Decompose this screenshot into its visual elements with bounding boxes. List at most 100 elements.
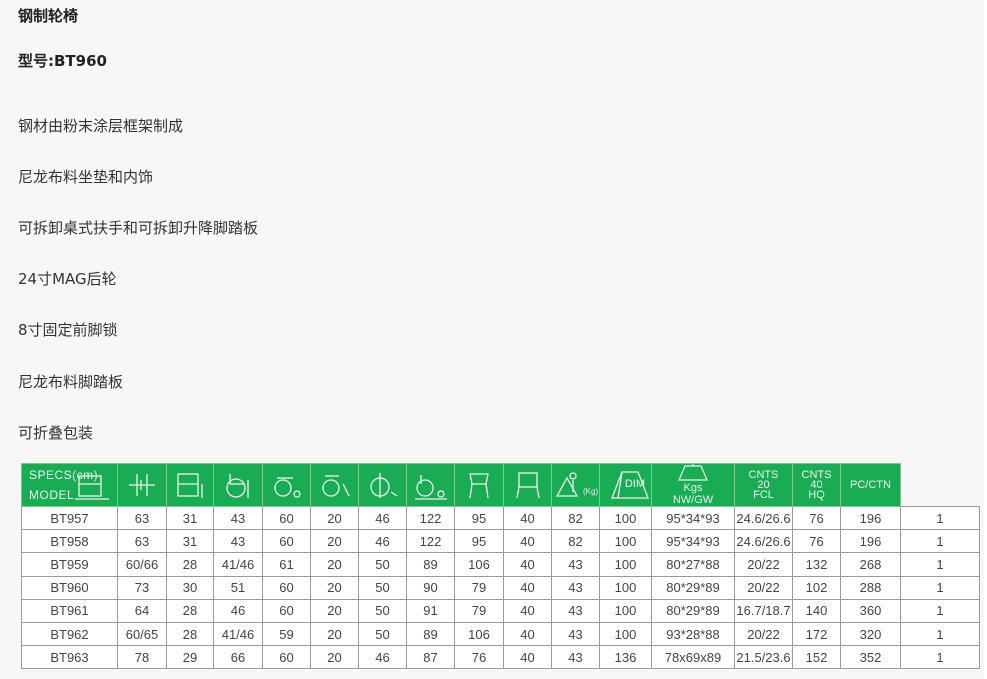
cnts40-header: CNTS 40 HQ	[792, 463, 841, 507]
table-cell: 89	[406, 621, 455, 647]
table-cell: 28	[166, 552, 214, 577]
table-cell: 140	[792, 598, 841, 623]
model-cell: BT962	[21, 621, 118, 647]
seat-width-icon	[127, 470, 157, 500]
feature-line: 可折叠包装	[18, 424, 94, 442]
table-row: BT961 64 28 46 60 20 50 91 79 40 43 100 80*29*89 16.7…	[21, 598, 980, 623]
table-cell: 40	[503, 645, 552, 670]
table-cell: 43	[551, 645, 600, 670]
table-cell: 29	[166, 645, 214, 670]
model-cell: BT963	[21, 645, 118, 670]
product-model: 型号:BT960	[18, 52, 107, 70]
table-cell: 79	[454, 598, 504, 623]
armrest-height-header	[503, 463, 552, 507]
table-cell: 60	[262, 529, 311, 554]
table-cell: 1	[900, 505, 980, 531]
table-cell: 46	[358, 529, 407, 554]
pcctn-header: PC/CTN	[840, 463, 901, 507]
table-cell: 21.5/23.6	[734, 645, 793, 670]
table-cell: 64	[117, 598, 167, 623]
table-row: BT959 60/66 28 41/46 61 20 50 89 106 40 43 100 80*27…	[21, 552, 980, 577]
model-label: MODEL	[29, 488, 75, 502]
specs-model-header: SPECS(cm) MODEL	[21, 463, 118, 507]
cnts40-line: HQ	[808, 489, 825, 501]
table-cell: 50	[358, 621, 407, 647]
table-cell: 50	[358, 575, 407, 600]
feature-line: 24寸MAG后轮	[18, 270, 117, 288]
table-cell: 46	[358, 645, 407, 670]
table-cell: 60	[262, 575, 311, 600]
table-cell: 50	[358, 552, 407, 577]
model-cell: BT958	[21, 529, 118, 554]
table-cell: 90	[406, 575, 455, 600]
seat-height-header	[166, 463, 214, 507]
cnts20-line: FCL	[753, 489, 774, 501]
caster-wheel-icon	[271, 470, 303, 500]
nwgw-label: NW/GW	[672, 494, 714, 506]
footrest-icon	[319, 470, 351, 500]
wheel-diameter-icon	[367, 470, 399, 500]
table-cell: 41/46	[213, 621, 263, 647]
table-cell: 20	[310, 505, 359, 531]
table-cell: 60	[262, 645, 311, 670]
table-cell: 66	[213, 645, 263, 670]
weight-header: Kgs NW/GW	[651, 463, 735, 507]
table-cell: 20/22	[734, 552, 793, 577]
table-cell: 95*34*93	[651, 529, 735, 554]
table-cell: 100	[599, 575, 652, 600]
table-cell: 78x69x89	[651, 645, 735, 670]
table-cell: 172	[792, 621, 841, 647]
model-cell: BT957	[21, 505, 118, 531]
table-cell: 20	[310, 598, 359, 623]
table-header-row: SPECS(cm) MODEL (Kg) DIM Kgs NW/GW CNTS …	[21, 463, 980, 507]
max-load-icon: (Kg)	[553, 470, 599, 500]
table-cell: 40	[503, 575, 552, 600]
table-cell: 79	[454, 575, 504, 600]
table-cell: 1	[900, 621, 980, 647]
table-cell: 63	[117, 529, 167, 554]
table-cell: 132	[792, 552, 841, 577]
product-page: 钢制轮椅 型号:BT960 钢材由粉末涂层框架制成 尼龙布料坐垫和内饰 可拆卸桌…	[0, 0, 984, 679]
table-cell: 20/22	[734, 575, 793, 600]
spec-table: SPECS(cm) MODEL (Kg) DIM Kgs NW/GW CNTS …	[21, 463, 980, 670]
table-cell: 93*28*88	[651, 621, 735, 647]
table-cell: 91	[406, 598, 455, 623]
table-cell: 43	[551, 575, 600, 600]
table-cell: 46	[213, 598, 263, 623]
table-cell: 20	[310, 529, 359, 554]
table-cell: 95*34*93	[651, 505, 735, 531]
table-cell: 100	[599, 552, 652, 577]
seat-depth-header	[454, 463, 504, 507]
table-cell: 95	[454, 529, 504, 554]
dim-label: DIM	[624, 478, 645, 490]
table-cell: 106	[454, 552, 504, 577]
table-cell: 40	[503, 598, 552, 623]
table-cell: 20	[310, 575, 359, 600]
table-cell: 82	[551, 505, 600, 531]
table-cell: 288	[840, 575, 901, 600]
feature-line: 尼龙布料脚踏板	[18, 373, 124, 391]
table-cell: 73	[117, 575, 167, 600]
length-header	[406, 463, 455, 507]
table-cell: 1	[900, 529, 980, 554]
table-cell: 87	[406, 645, 455, 670]
table-cell: 46	[358, 505, 407, 531]
max-load-header: (Kg)	[551, 463, 600, 507]
weight-scale-icon	[675, 464, 711, 482]
table-cell: 40	[503, 505, 552, 531]
table-cell: 152	[792, 645, 841, 670]
table-cell: 20	[310, 552, 359, 577]
caster-header	[262, 463, 311, 507]
table-cell: 360	[840, 598, 901, 623]
table-cell: 136	[599, 645, 652, 670]
table-row: BT960 73 30 51 60 20 50 90 79 40 43 100 80*29*89 20/2…	[21, 575, 980, 600]
seat-height-icon	[174, 470, 206, 500]
table-cell: 196	[840, 529, 901, 554]
table-cell: 196	[840, 505, 901, 531]
table-cell: 122	[406, 529, 455, 554]
table-cell: 82	[551, 529, 600, 554]
table-cell: 1	[900, 645, 980, 670]
table-cell: 51	[213, 575, 263, 600]
weight-unit-label: (Kg)	[583, 487, 598, 496]
table-cell: 40	[503, 529, 552, 554]
